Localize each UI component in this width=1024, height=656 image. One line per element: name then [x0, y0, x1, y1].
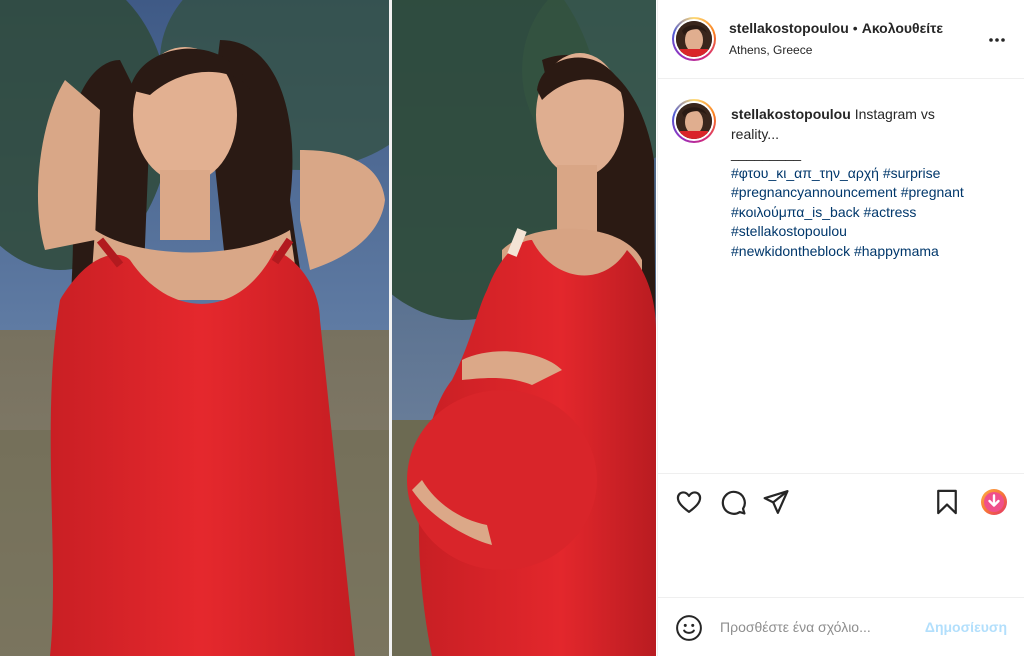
avatar[interactable] [672, 17, 716, 61]
photo-left [0, 0, 389, 656]
share-button[interactable] [762, 488, 790, 516]
comment-button[interactable] [719, 488, 747, 516]
caption-text-line2: reality... [731, 125, 779, 142]
hashtag-link[interactable]: #pregnancyannouncement [731, 184, 897, 200]
caption-username[interactable]: stellakostopoulou [731, 106, 851, 122]
add-comment-bar: Δημοσίευση [658, 597, 1024, 656]
action-bar [658, 473, 1024, 596]
hashtag-link[interactable]: #actress [864, 204, 917, 220]
header-separator: • [852, 20, 858, 36]
caption-text-line1: Instagram vs [854, 106, 935, 122]
more-dots-icon [989, 38, 1005, 42]
post-header: stellakostopoulou • Ακολουθείτε Athens, Gr… [658, 0, 1024, 79]
hashtag-link[interactable]: #surprise [883, 165, 941, 181]
header-username[interactable]: stellakostopoulou [729, 20, 849, 36]
caption-underline: _________ [731, 145, 802, 161]
share-icon [763, 490, 789, 514]
header-username-row: stellakostopoulou • Ακολουθείτε [729, 20, 943, 36]
bookmark-icon [937, 489, 957, 515]
post-location[interactable]: Athens, Greece [729, 43, 812, 57]
save-button[interactable] [933, 488, 961, 516]
more-options-button[interactable] [985, 28, 1009, 52]
post-media[interactable] [0, 0, 656, 656]
following-button[interactable]: Ακολουθείτε [862, 20, 943, 36]
comment-input[interactable] [720, 616, 920, 638]
emoji-button[interactable] [675, 614, 703, 642]
hashtag-link[interactable]: #happymama [854, 243, 939, 259]
download-button[interactable] [980, 488, 1008, 516]
avatar-image [676, 21, 712, 57]
hashtag-link[interactable]: #φτου_κι_απ_την_αρχή [731, 165, 879, 181]
download-icon [981, 489, 1007, 515]
caption-avatar-image [676, 103, 712, 139]
hashtag-link[interactable]: #stellakostopoulou [731, 223, 847, 239]
emoji-icon [676, 615, 702, 641]
comments-section: stellakostopoulou Instagram vs reality..… [658, 80, 1024, 473]
post-comment-button[interactable]: Δημοσίευση [925, 619, 1007, 635]
hashtag-link[interactable]: #newkidontheblock [731, 243, 850, 259]
post-caption: stellakostopoulou Instagram vs reality..… [731, 105, 1011, 261]
hashtag-link[interactable]: #pregnant [901, 184, 964, 200]
comment-icon [721, 490, 746, 515]
heart-icon [676, 491, 702, 514]
caption-avatar[interactable] [672, 99, 716, 143]
hashtag-link[interactable]: #κοιλούμπα_is_back [731, 204, 860, 220]
photo-right-image [392, 0, 656, 656]
post-sidebar: stellakostopoulou • Ακολουθείτε Athens, Gr… [657, 0, 1024, 656]
photo-left-image [0, 0, 389, 656]
like-button[interactable] [675, 488, 703, 516]
photo-right [392, 0, 656, 656]
